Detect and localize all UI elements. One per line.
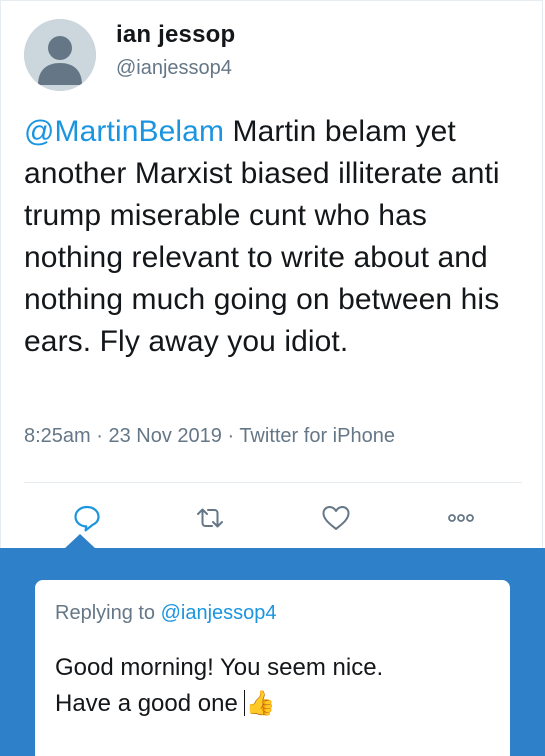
avatar[interactable] bbox=[24, 19, 96, 91]
divider bbox=[24, 482, 522, 483]
reply-text-input[interactable]: Good morning! You seem nice. Have a good… bbox=[55, 650, 495, 722]
replying-to-handle[interactable]: @ianjessop4 bbox=[161, 602, 277, 624]
ellipsis-icon bbox=[448, 514, 474, 522]
replying-to: Replying to @ianjessop4 bbox=[55, 602, 277, 625]
reply-text-line-2-text: Have a good one bbox=[55, 690, 238, 717]
tweet-meta: 8:25am · 23 Nov 2019 · Twitter for iPhon… bbox=[24, 425, 395, 447]
like-button[interactable] bbox=[319, 501, 353, 535]
author-name[interactable]: ian jessop bbox=[116, 21, 235, 49]
tweet-body: Martin belam yet another Marxist biased … bbox=[24, 115, 500, 358]
tweet-card: ian jessop @ianjessop4 @MartinBelam Mart… bbox=[0, 0, 543, 548]
reply-box[interactable]: Replying to @ianjessop4 Good morning! Yo… bbox=[35, 580, 510, 756]
tweet-text: @MartinBelam Martin belam yet another Ma… bbox=[24, 111, 524, 363]
reply-pointer bbox=[64, 534, 96, 549]
reply-button[interactable] bbox=[70, 501, 104, 535]
heart-icon bbox=[322, 506, 350, 530]
retweet-arrows-icon bbox=[197, 508, 223, 528]
retweet-button[interactable] bbox=[193, 501, 227, 535]
reply-text-line-1: Good morning! You seem nice. bbox=[55, 654, 384, 681]
tweet-reply-screen: ian jessop @ianjessop4 @MartinBelam Mart… bbox=[0, 0, 545, 756]
author-handle[interactable]: @ianjessop4 bbox=[116, 57, 232, 80]
thumbs-up-emoji-icon: 👍 bbox=[245, 690, 276, 717]
speech-bubble-icon bbox=[74, 505, 100, 532]
mention-link[interactable]: @MartinBelam bbox=[24, 115, 224, 148]
more-button[interactable] bbox=[444, 501, 478, 535]
text-cursor bbox=[243, 690, 245, 716]
default-profile-icon bbox=[24, 19, 96, 91]
replying-to-label: Replying to bbox=[55, 602, 156, 624]
reply-text-line-2: Have a good one 👍 bbox=[55, 686, 495, 722]
